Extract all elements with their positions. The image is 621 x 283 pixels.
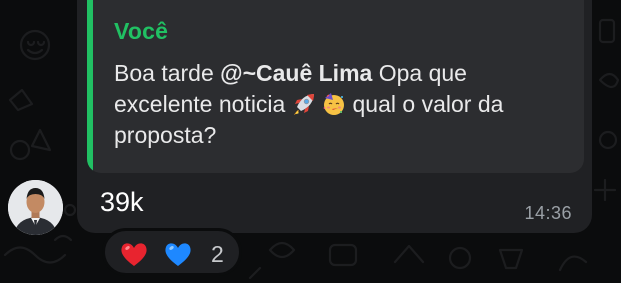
quote-text-before: Boa tarde xyxy=(114,60,221,86)
reactions-bar[interactable]: 2 xyxy=(102,228,242,276)
quote-accent-bar xyxy=(87,0,93,173)
blue-heart-emoji xyxy=(163,239,193,269)
quote-author: Você xyxy=(114,18,169,44)
quote-mention[interactable]: @~Cauê Lima xyxy=(220,60,372,86)
partying-face-emoji xyxy=(322,92,346,116)
quoted-message[interactable]: Você Boa tarde @~Cauê Lima Opa que excel… xyxy=(87,0,584,173)
rocket-emoji xyxy=(292,92,316,116)
message-timestamp: 14:36 xyxy=(524,203,572,223)
red-heart-emoji xyxy=(119,239,149,269)
reaction-count: 2 xyxy=(211,241,224,267)
message-text: 39k xyxy=(100,187,144,217)
sender-avatar[interactable] xyxy=(8,180,63,235)
message-bubble[interactable]: Você Boa tarde @~Cauê Lima Opa que excel… xyxy=(77,0,592,233)
quote-text: Boa tarde @~Cauê Lima Opa que excelente … xyxy=(114,58,569,151)
